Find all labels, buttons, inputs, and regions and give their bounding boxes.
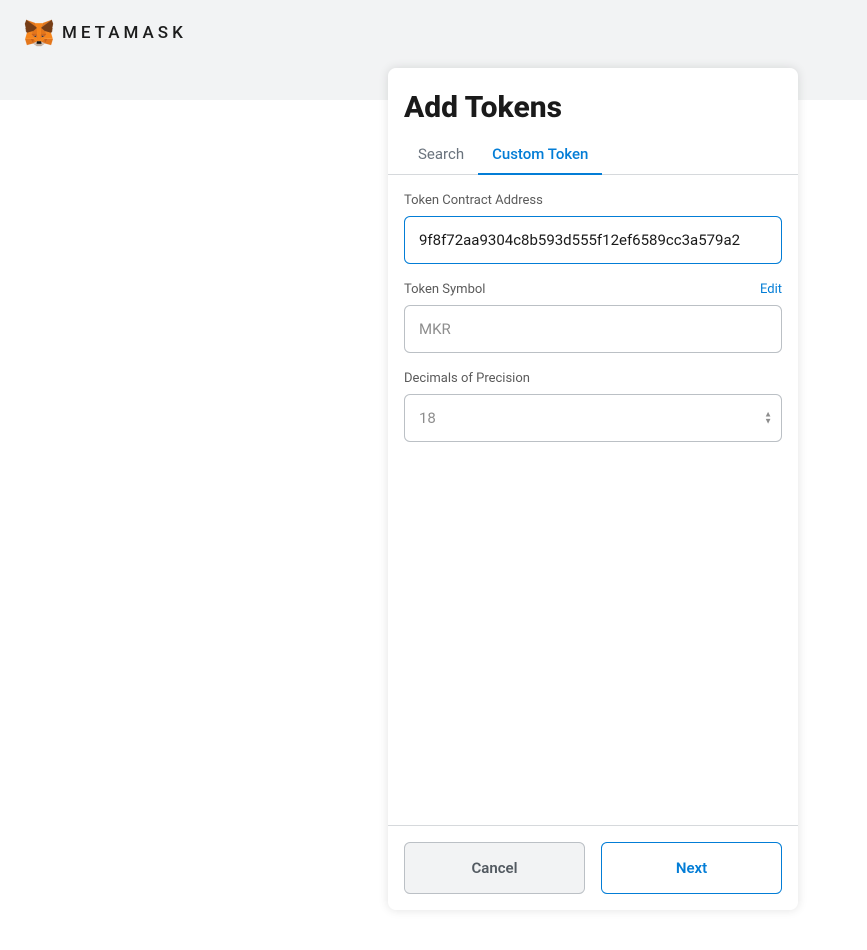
modal-title: Add Tokens [388,68,798,133]
brand-name: METAMASK [62,23,187,43]
cancel-button[interactable]: Cancel [404,842,585,894]
decimals-field: Decimals of Precision ▲ ▼ [404,371,782,442]
token-symbol-field: Token Symbol Edit [404,282,782,353]
token-symbol-input[interactable] [404,305,782,353]
add-tokens-modal: Add Tokens Search Custom Token Token Con… [388,68,798,910]
token-symbol-label: Token Symbol [404,282,485,297]
modal-footer: Cancel Next [388,825,798,910]
tabs: Search Custom Token [388,133,798,175]
metamask-fox-icon [24,19,54,47]
tab-custom-token[interactable]: Custom Token [478,133,602,175]
brand-logo: METAMASK [24,19,187,47]
contract-address-input[interactable] [404,216,782,264]
tab-search[interactable]: Search [404,133,478,175]
app-header: METAMASK [0,0,867,66]
edit-symbol-link[interactable]: Edit [760,282,782,297]
decimals-input[interactable] [404,394,782,442]
contract-address-field: Token Contract Address [404,193,782,264]
next-button[interactable]: Next [601,842,782,894]
contract-address-label: Token Contract Address [404,193,543,208]
stepper-icon[interactable]: ▲ ▼ [764,412,772,425]
decimals-label: Decimals of Precision [404,371,530,386]
form-area: Token Contract Address Token Symbol Edit… [388,175,798,825]
